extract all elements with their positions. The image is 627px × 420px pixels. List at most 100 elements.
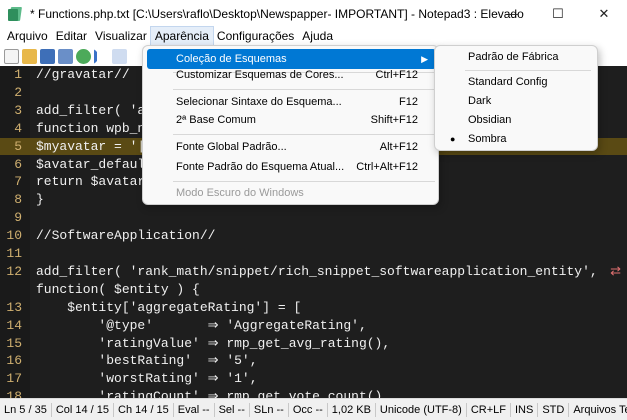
menu-ajuda[interactable]: Ajuda — [298, 27, 337, 46]
code-line[interactable]: 12 add_filter( 'rank_math/snippet/rich_sn… — [0, 263, 627, 281]
scheme-item-padrao-de-fabrica[interactable]: Padrão de Fábrica — [439, 48, 595, 67]
status-selected-lines: SLn -- — [250, 402, 289, 417]
line-number: 10 — [6, 228, 22, 244]
submenu-item-label: Obsidian — [468, 114, 512, 126]
code-line[interactable]: 9 — [0, 209, 627, 227]
code-text: 'bestRating' ⇒ '5', — [36, 353, 258, 369]
menu-separator — [173, 181, 435, 182]
menu-separator — [465, 70, 591, 71]
menu-item-fonte-global-padrao[interactable]: Fonte Global Padrão... Alt+F12 — [147, 137, 436, 157]
code-line[interactable]: 15 'ratingValue' ⇒ rmp_get_avg_rating(), — [0, 335, 627, 353]
code-line[interactable]: function( $entity ) { — [0, 281, 627, 299]
menu-item-customizar-esquemas[interactable]: Customizar Esquemas de Cores... Ctrl+F12 — [147, 65, 436, 85]
save-icon[interactable] — [40, 48, 55, 64]
menu-item-shortcut: Shift+F12 — [370, 114, 418, 126]
line-number: 5 — [14, 138, 22, 154]
line-number: 7 — [14, 174, 22, 190]
window-title: * Functions.php.txt [C:\Users\raflo\Desk… — [30, 6, 524, 21]
status-selection: Sel -- — [215, 402, 250, 417]
menu-item-fonte-padrao-esquema[interactable]: Fonte Padrão do Esquema Atual... Ctrl+Al… — [147, 157, 436, 177]
menu-item-modo-escuro-windows: Modo Escuro do Windows — [147, 183, 436, 203]
status-ovr-mode[interactable]: INS — [511, 402, 539, 417]
code-text: add_filter( 'av — [36, 102, 154, 118]
menu-item-selecionar-sintaxe[interactable]: Selecionar Sintaxe do Esquema... F12 — [147, 92, 436, 112]
status-scheme-mode[interactable]: STD — [538, 402, 570, 417]
minimize-button[interactable]: — — [489, 0, 535, 27]
menu-arquivo[interactable]: Arquivo — [3, 27, 52, 46]
scheme-item-dark[interactable]: Dark — [439, 92, 595, 111]
status-line[interactable]: Ln 5 / 35 — [0, 402, 52, 417]
line-number: 8 — [14, 192, 22, 208]
code-text: '@type' ⇒ 'AggregateRating', — [36, 317, 367, 333]
line-number: 2 — [14, 84, 22, 100]
menu-item-segunda-base-comum[interactable]: 2ª Base Comum Shift+F12 — [147, 110, 436, 130]
status-lexer[interactable]: Arquivos Texto — [569, 403, 627, 417]
open-folder-icon[interactable] — [22, 48, 37, 64]
menu-item-shortcut: Ctrl+Alt+F12 — [356, 161, 418, 173]
code-line[interactable]: 17 'worstRating' ⇒ '1', — [0, 370, 627, 388]
appearance-menu: Coleção de Esquemas ▶ Customizar Esquema… — [142, 45, 439, 205]
line-number: 18 — [6, 389, 22, 398]
code-text: function( $entity ) { — [36, 281, 200, 297]
code-text: $avatar_default — [36, 156, 154, 172]
code-line[interactable]: 13 $entity['aggregateRating'] = [ — [0, 299, 627, 317]
code-text: 'ratingCount' ⇒ rmp_get_vote_count(), — [36, 389, 391, 398]
selected-bullet-icon: ● — [450, 134, 456, 144]
submenu-item-label: Dark — [468, 95, 492, 107]
close-button[interactable]: ✕ — [581, 0, 627, 27]
status-encoding[interactable]: Unicode (UTF-8) — [376, 402, 467, 417]
code-text: add_filter( 'rank_math/snippet/rich_snip… — [36, 263, 598, 279]
scheme-item-obsidian[interactable]: Obsidian — [439, 111, 595, 130]
line-number: 11 — [6, 246, 22, 261]
save-as-icon[interactable] — [58, 48, 73, 64]
line-number: 17 — [6, 371, 22, 387]
menu-separator — [173, 134, 435, 135]
submenu-item-label: Standard Config — [468, 76, 548, 88]
scheme-item-sombra[interactable]: ● Sombra — [439, 130, 595, 149]
menu-item-label: Fonte Padrão do Esquema Atual... — [176, 161, 345, 173]
code-line[interactable]: 16 'bestRating' ⇒ '5', — [0, 352, 627, 370]
submenu-item-label: Padrão de Fábrica — [468, 51, 559, 63]
line-number: 1 — [14, 67, 22, 82]
line-number: 4 — [14, 120, 22, 136]
status-column[interactable]: Col 14 / 15 — [52, 402, 115, 417]
status-eol[interactable]: CR+LF — [467, 402, 511, 417]
menu-item-label: Fonte Global Padrão... — [176, 141, 287, 153]
scheme-item-standard-config[interactable]: Standard Config — [439, 73, 595, 92]
redo-icon[interactable] — [112, 48, 127, 64]
code-line[interactable]: 11 — [0, 245, 627, 263]
code-line[interactable]: 18 'ratingCount' ⇒ rmp_get_vote_count(), — [0, 388, 627, 398]
new-file-icon[interactable] — [4, 48, 19, 64]
browse-icon[interactable] — [76, 48, 91, 64]
line-number: 12 — [6, 263, 22, 279]
status-char: Ch 14 / 15 — [114, 402, 174, 417]
menu-bar: Arquivo Editar Visualizar Aparência Conf… — [0, 26, 627, 47]
code-line[interactable]: 10 //SoftwareApplication// — [0, 227, 627, 245]
menu-item-label: Selecionar Sintaxe do Esquema... — [176, 96, 342, 108]
code-text: $entity['aggregateRating'] = [ — [36, 299, 302, 315]
menu-item-label: 2ª Base Comum — [176, 114, 256, 126]
code-line[interactable]: 14 '@type' ⇒ 'AggregateRating', — [0, 317, 627, 335]
notepad3-app-icon — [8, 6, 22, 21]
line-number: 9 — [14, 210, 22, 226]
menu-item-label: Customizar Esquemas de Cores... — [176, 69, 344, 81]
menu-item-label: Modo Escuro do Windows — [176, 187, 304, 199]
menu-visualizar[interactable]: Visualizar — [91, 27, 151, 46]
line-number: 14 — [6, 317, 22, 333]
submenu-item-label: Sombra — [468, 133, 507, 145]
menu-editar[interactable]: Editar — [52, 27, 91, 46]
code-text: 'ratingValue' ⇒ rmp_get_avg_rating(), — [36, 335, 391, 351]
line-number: 6 — [14, 156, 22, 172]
code-text: $myavatar = '|' — [36, 138, 154, 154]
line-number: 16 — [6, 353, 22, 369]
menu-aparencia[interactable]: Aparência — [149, 26, 214, 47]
code-text: //SoftwareApplication// — [36, 228, 216, 244]
menu-configuracoes[interactable]: Configurações — [213, 27, 298, 46]
status-eval: Eval -- — [174, 402, 215, 417]
status-file-size: 1,02 KB — [328, 402, 376, 417]
undo-icon[interactable] — [94, 48, 109, 64]
line-number: 3 — [14, 102, 22, 118]
maximize-button[interactable]: ☐ — [535, 0, 581, 27]
menu-item-shortcut: Ctrl+F12 — [375, 69, 419, 81]
line-number: 15 — [6, 335, 22, 351]
